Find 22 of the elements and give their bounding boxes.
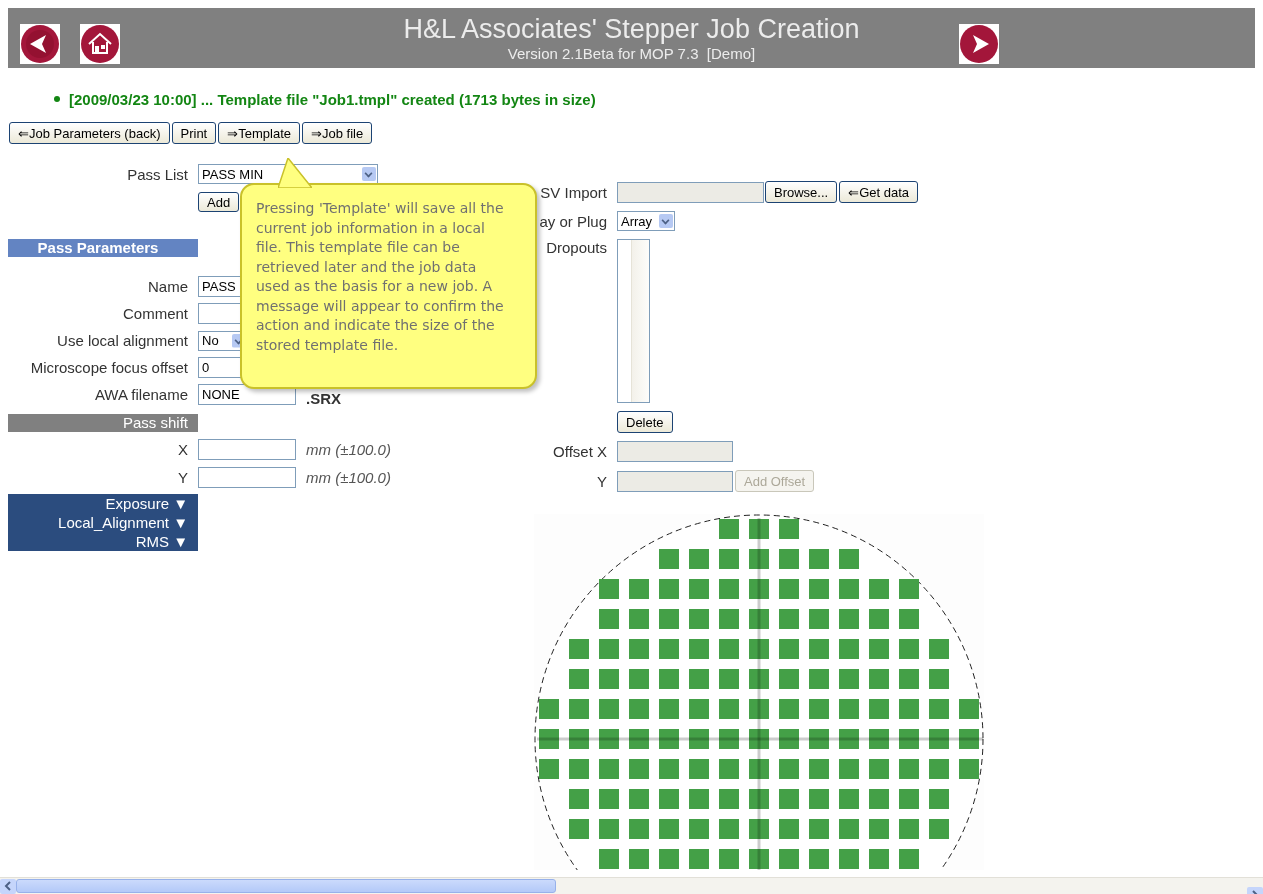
page-title: H&L Associates' Stepper Job Creation [403, 13, 860, 45]
section-header: Pass Parameters [8, 239, 198, 257]
field-label: Name [147, 278, 188, 295]
file-extension: .SRX [306, 390, 341, 407]
section-header: Pass shift [8, 414, 198, 432]
field-label: Y [177, 468, 188, 486]
field-label: Dropouts [545, 239, 607, 256]
field-label: ay or Plug [538, 212, 607, 230]
status-message: [2009/03/23 10:00] ... Template file "Job1.tmpl" created (1713 bytes in size) [69, 90, 596, 108]
field-label: SV Import [539, 183, 607, 201]
unit-text: mm (±100.0) [306, 440, 391, 458]
field-label: X [177, 440, 188, 458]
field-label: Use local alignment [56, 332, 188, 349]
tooltip-text: Pressing 'Template' will save all the current job information in a local file. This template file can be retrieved later and the job data used as the basis for a new job. A message will appear to confirm the action and indicate the size of the stored template file. [256, 199, 505, 355]
field-label: Pass List [126, 165, 188, 183]
unit-text: mm (±100.0) [306, 468, 391, 486]
field-label: AWA filename [93, 386, 188, 403]
version-text: Version 2.1Beta for MOP 7.3 [Demo] [506, 45, 757, 63]
field-label: Comment [121, 305, 188, 322]
field-label: Y [596, 472, 607, 490]
field-label: Microscope focus offset [29, 359, 188, 376]
field-label: Offset X [552, 443, 607, 460]
